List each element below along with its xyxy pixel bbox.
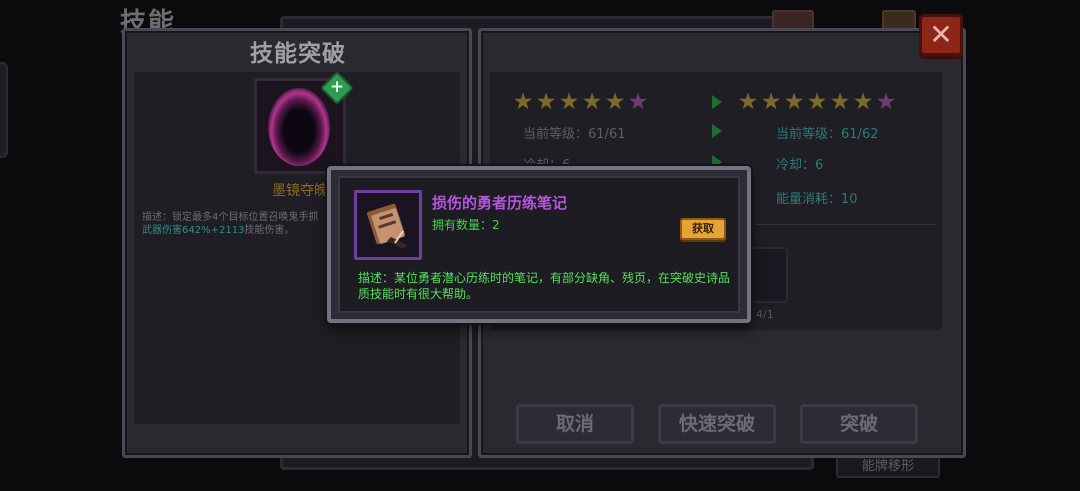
star-icon: ★ [581,89,603,115]
item-name: 损伤的勇者历练笔记 [432,194,568,212]
star-icon: ★ [760,89,782,115]
quick-break-button[interactable]: 快速突破 [658,404,776,444]
skill-description: 描述：锁定最多4个目标位置召唤鬼手抓 武器伤害642%+2113技能伤害。 [142,211,332,237]
panel-title: 技能突破 [250,41,346,67]
side-tab [0,62,8,158]
owned-count: 拥有数量：2 [432,216,500,233]
cost-count: 4/1 [756,308,774,321]
cancel-button[interactable]: 取消 [516,404,634,444]
get-button[interactable]: 获取 [680,218,726,240]
next-level: 当前等级：61/62 [776,123,878,142]
star-icon: ★ [604,89,626,115]
current-level-value: 61/61 [588,127,626,142]
arrow-right-icon [712,124,722,138]
star-icon: ★ [737,89,759,115]
star-icon: ★ [829,89,851,115]
item-description: 描述：某位勇者潜心历练时的笔记，有部分缺角、残页，在突破史诗品质技能时有很大帮助… [358,271,731,301]
current-stars: ★ ★ ★ ★ ★ ★ [512,89,649,115]
next-energy-cost: 能量消耗：10 [776,188,858,207]
break-button[interactable]: 突破 [800,404,918,444]
star-icon: ★ [852,89,874,115]
star-icon: ★ [806,89,828,115]
energy-label: 能量消耗： [776,192,842,207]
star-icon: ★ [512,89,534,115]
next-stars: ★ ★ ★ ★ ★ ★ ★ [737,89,897,115]
next-cooldown-label: 冷却： [776,158,816,173]
skill-desc-suffix: 技能伤害。 [244,225,295,236]
skill-desc-prefix: 描述：锁定最多4个目标位置召唤鬼手抓 [142,212,319,223]
star-icon: ★ [875,89,897,115]
owned-count-value: 2 [492,218,500,232]
next-level-value: 61/62 [841,127,879,142]
plus-icon[interactable]: + [325,76,349,100]
star-icon: ★ [558,89,580,115]
skill-desc-damage: 武器伤害642%+2113 [142,225,245,236]
current-level-label: 当前等级： [523,127,589,142]
star-icon: ★ [783,89,805,115]
close-button[interactable]: ✕ [919,14,963,56]
divider [756,224,936,225]
next-cooldown-value: 6 [815,158,824,173]
arrow-right-icon [712,95,722,109]
energy-value: 10 [841,192,858,207]
notebook-icon [367,203,407,249]
skill-icon [268,88,330,166]
star-icon: ★ [627,89,649,115]
item-icon-frame [354,190,422,260]
owned-count-label: 拥有数量： [432,218,493,232]
next-cooldown: 冷却：6 [776,154,823,173]
star-icon: ★ [535,89,557,115]
current-level: 当前等级：61/61 [523,123,625,142]
close-icon: ✕ [929,18,953,51]
next-level-label: 当前等级： [776,127,842,142]
